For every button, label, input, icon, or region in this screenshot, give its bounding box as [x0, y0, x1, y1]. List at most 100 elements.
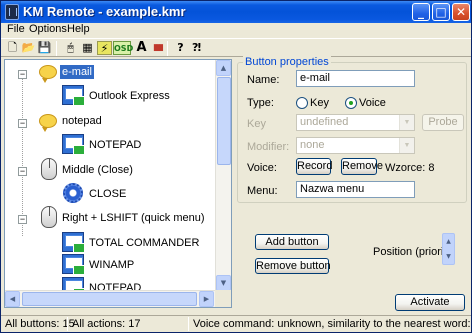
mouse-icon[interactable]: 🖱 [63, 41, 78, 55]
tree-node[interactable]: CLOSE [5, 183, 215, 205]
chevron-down-icon: ▼ [399, 138, 414, 153]
title-bar[interactable]: KM Remote - example.kmr _ □ ✕ [1, 1, 471, 23]
window-title: KM Remote - example.kmr [23, 4, 186, 19]
new-icon[interactable]: 🗋 [5, 41, 20, 55]
application-icon [62, 254, 85, 275]
speech-bubble-icon [39, 114, 57, 132]
record-button[interactable]: Record [296, 158, 332, 175]
app-window: KM Remote - example.kmr _ □ ✕ File Optio… [0, 0, 472, 333]
lightning-icon[interactable]: ⚡ [97, 41, 112, 55]
menu-bar: File Options Help [1, 23, 471, 37]
scroll-up-icon[interactable]: ▲ [216, 60, 231, 76]
menu-options[interactable]: Options [29, 23, 67, 35]
type-label: Type: [247, 97, 274, 109]
help-icon[interactable]: ? [173, 41, 188, 55]
status-all-buttons: All buttons: 15 [5, 318, 75, 330]
tree-node[interactable]: NOTEPAD [5, 134, 215, 155]
scroll-right-icon[interactable]: ▶ [199, 291, 214, 307]
close-button[interactable]: ✕ [452, 3, 470, 21]
menu-file[interactable]: File [7, 23, 25, 35]
tree-node-label[interactable]: CLOSE [87, 187, 128, 201]
toolbar-separator [56, 41, 57, 56]
tree-node-label[interactable]: Right + LSHIFT (quick menu) [60, 211, 207, 225]
type-voice-radio[interactable] [345, 97, 357, 109]
tree-node[interactable]: − e-mail [5, 63, 215, 83]
modifier-select[interactable]: none ▼ [296, 137, 415, 154]
save-icon[interactable]: 💾 [37, 41, 52, 55]
horizontal-scrollbar[interactable]: ◀ ▶ [5, 290, 216, 307]
mouse-icon [41, 158, 57, 180]
type-voice-label[interactable]: Voice [359, 97, 386, 109]
context-help-icon[interactable]: ⁈ [189, 41, 204, 55]
tree-node-label[interactable]: Middle (Close) [60, 163, 135, 177]
tree-node[interactable]: TOTAL COMMANDER [5, 232, 215, 253]
osd-icon[interactable]: OSD [113, 41, 133, 55]
vertical-scrollbar[interactable]: ▲ ▼ [215, 60, 231, 291]
remove-voice-button[interactable]: Remove [341, 158, 383, 175]
grid-icon[interactable]: ▦ [80, 41, 95, 55]
key-label: Key [247, 118, 266, 130]
spin-down-icon[interactable]: ▼ [443, 249, 454, 264]
remove-button[interactable]: Remove button [255, 258, 331, 274]
menu-help[interactable]: Help [67, 23, 90, 35]
minimize-button[interactable]: _ [412, 3, 430, 21]
tree-node-label[interactable]: Outlook Express [87, 89, 172, 103]
tree-node-label[interactable]: WINAMP [87, 258, 136, 272]
toolbar-separator [167, 41, 168, 56]
chevron-down-icon: ▼ [399, 115, 414, 130]
tree-node-label[interactable]: TOTAL COMMANDER [87, 236, 201, 250]
type-key-radio[interactable] [296, 97, 308, 109]
modifier-label: Modifier: [247, 141, 290, 153]
scroll-corner [215, 290, 231, 307]
color-bars-icon[interactable]: ▮▮▮ [150, 41, 165, 55]
collapse-toggle[interactable]: − [18, 119, 27, 128]
open-folder-icon[interactable]: 📂 [21, 41, 36, 55]
wzorce-count: Wzorce: 8 [385, 162, 435, 174]
tree-node[interactable]: Outlook Express [5, 85, 215, 106]
status-all-actions: All actions: 17 [72, 318, 141, 330]
type-key-label[interactable]: Key [310, 97, 329, 109]
application-icon [62, 85, 85, 106]
position-spinner[interactable]: ▲ ▼ [442, 233, 455, 265]
tree-node[interactable]: WINAMP [5, 254, 215, 275]
application-icon [62, 232, 85, 253]
toolbar: 🗋 📂 💾 🖱 ▦ ⚡ OSD A ▮▮▮ ? ⁈ [1, 38, 471, 57]
tree-node[interactable]: − Middle (Close) [5, 158, 215, 182]
activate-button[interactable]: Activate [395, 294, 465, 311]
app-icon [5, 4, 19, 20]
gear-icon [63, 183, 83, 203]
spin-up-icon[interactable]: ▲ [443, 234, 454, 249]
key-select-value: undefined [300, 116, 349, 128]
status-separator [188, 317, 189, 331]
collapse-toggle[interactable]: − [18, 167, 27, 176]
mouse-icon [41, 206, 57, 228]
voice-label: Voice: [247, 162, 277, 174]
speech-bubble-icon [39, 65, 57, 83]
add-button[interactable]: Add button [255, 234, 329, 250]
modifier-select-value: none [300, 139, 325, 151]
status-voice-command: Voice command: unknown, similarity to th… [193, 318, 472, 330]
tree-node-label[interactable]: notepad [60, 114, 104, 128]
name-field[interactable]: e-mail [296, 70, 415, 87]
name-label: Name: [247, 74, 280, 86]
group-title: Button properties [243, 56, 331, 68]
key-select[interactable]: undefined ▼ [296, 114, 415, 131]
font-icon[interactable]: A [134, 41, 149, 55]
scroll-down-icon[interactable]: ▼ [216, 275, 231, 291]
menu-field[interactable]: Nazwa menu [296, 181, 415, 198]
menu-label: Menu: [247, 185, 278, 197]
tree-node-label[interactable]: e-mail [60, 65, 94, 79]
status-bar: All buttons: 15 All actions: 17 Voice co… [1, 315, 471, 332]
probe-button[interactable]: Probe [422, 114, 464, 131]
maximize-button[interactable]: □ [432, 3, 450, 21]
tree-node-label[interactable]: NOTEPAD [87, 138, 143, 152]
status-separator [67, 317, 68, 331]
scroll-left-icon[interactable]: ◀ [5, 291, 20, 307]
collapse-toggle[interactable]: − [18, 215, 27, 224]
scroll-thumb[interactable] [217, 77, 231, 165]
collapse-toggle[interactable]: − [18, 70, 27, 79]
scroll-thumb[interactable] [22, 292, 197, 306]
button-tree[interactable]: − e-mail Outlook Express − notepad NOTEP… [4, 59, 232, 308]
tree-node[interactable]: − notepad [5, 112, 215, 132]
tree-node[interactable]: − Right + LSHIFT (quick menu) [5, 206, 215, 230]
